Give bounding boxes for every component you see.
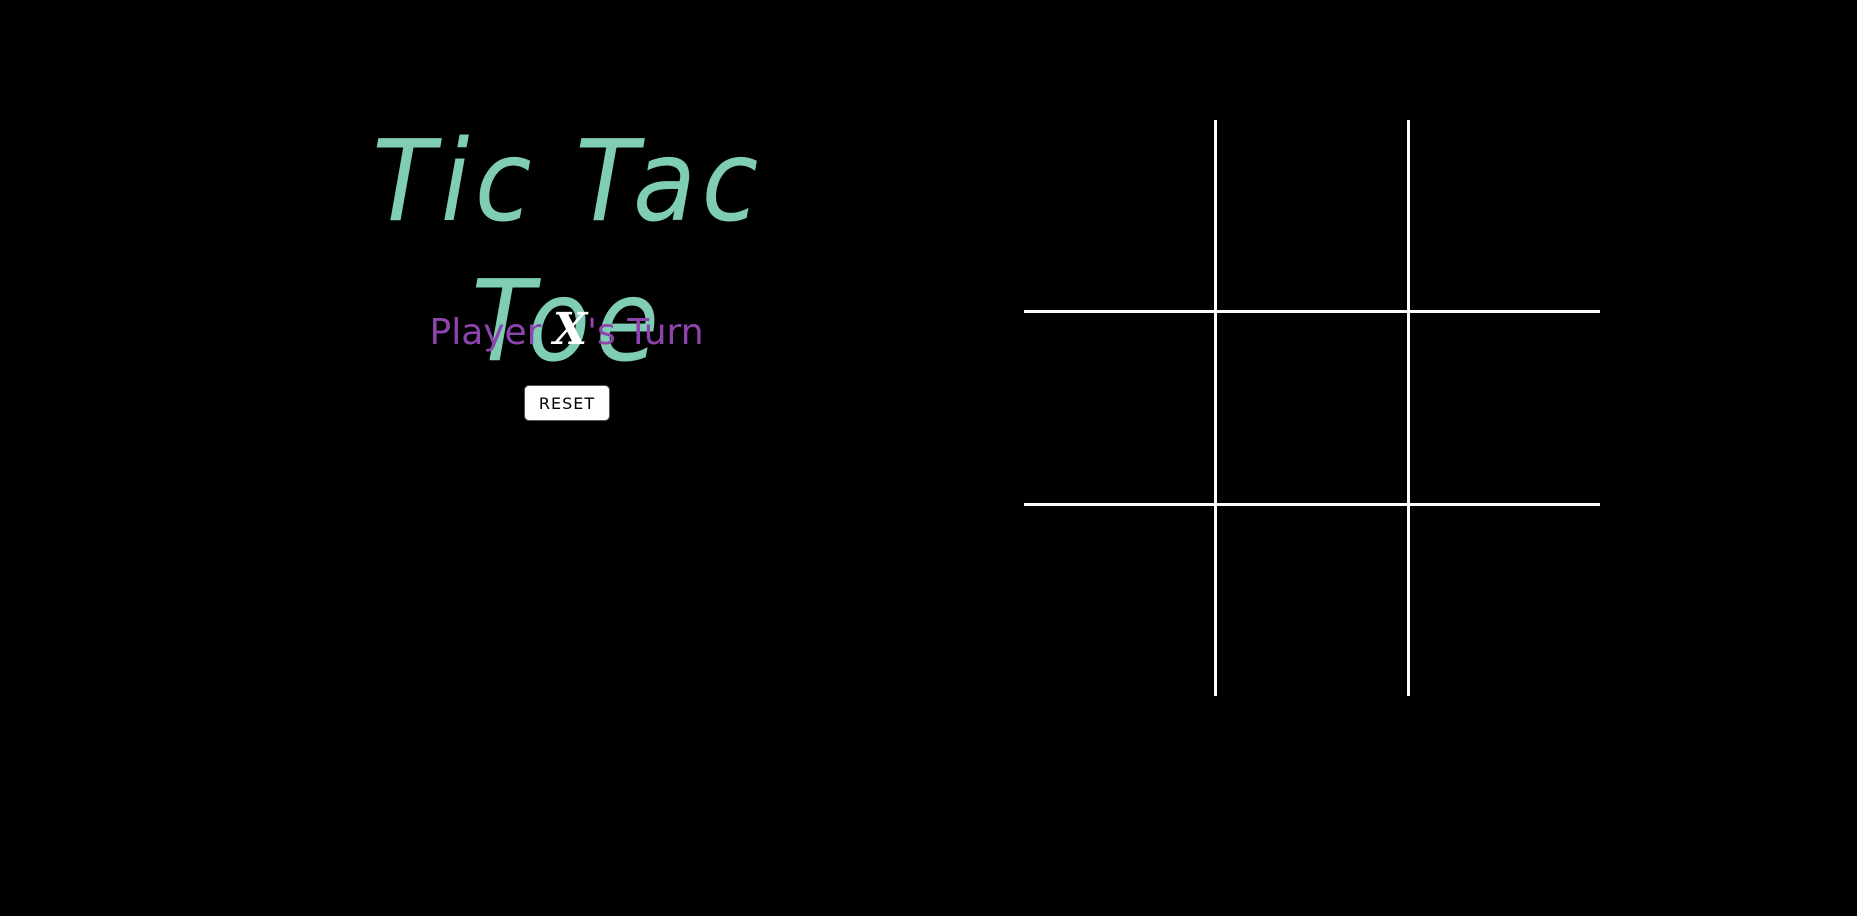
board-cell-8[interactable] <box>1410 506 1600 696</box>
board-cell-1[interactable] <box>1217 120 1407 310</box>
game-board <box>1024 120 1600 696</box>
board-cell-0[interactable] <box>1024 120 1214 310</box>
board-cell-7[interactable] <box>1217 506 1407 696</box>
board-cell-2[interactable] <box>1410 120 1600 310</box>
board-cell-3[interactable] <box>1024 313 1214 503</box>
board-cell-6[interactable] <box>1024 506 1214 696</box>
board-cell-5[interactable] <box>1410 313 1600 503</box>
turn-status-prefix: Player <box>429 312 553 353</box>
current-player-mark: X <box>552 304 588 355</box>
turn-status: Player X's Turn <box>280 300 853 363</box>
reset-button[interactable]: RESET <box>524 385 610 421</box>
game-info-panel: Tic Tac Toe Player X's Turn RESET <box>0 0 1135 916</box>
board-cell-4[interactable] <box>1217 313 1407 503</box>
turn-status-suffix: 's Turn <box>587 312 704 353</box>
